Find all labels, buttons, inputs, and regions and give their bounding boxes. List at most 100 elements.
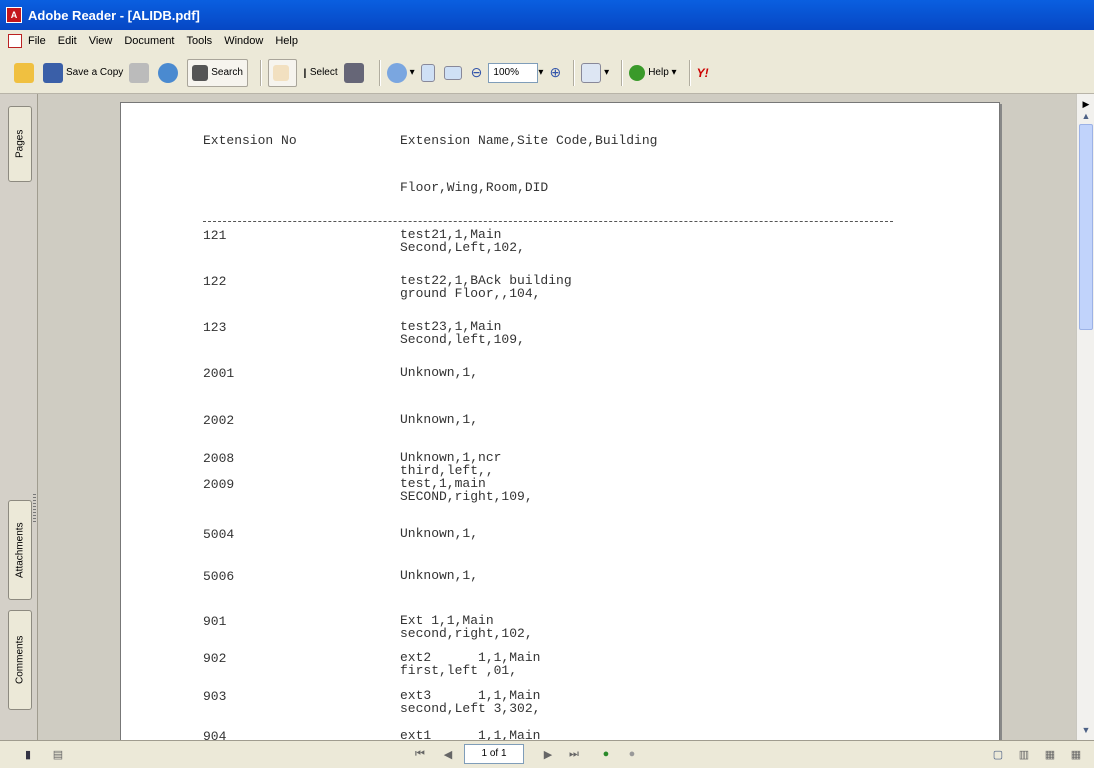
print-button[interactable]	[129, 59, 152, 87]
menu-file[interactable]: File	[28, 35, 46, 47]
help-button[interactable]: Help ▾	[629, 59, 677, 87]
search-label: Search	[211, 67, 243, 78]
extension-line2: Second,Left,102,	[400, 240, 525, 255]
menu-bar: File Edit View Document Tools Window Hel…	[0, 30, 1094, 52]
save-copy-label: Save a Copy	[66, 67, 124, 78]
camera-icon	[343, 62, 364, 83]
extension-line2: Second,left,109,	[400, 332, 525, 347]
extension-number: 123	[203, 320, 227, 335]
extension-line2: second,right,102,	[400, 626, 533, 641]
snapshot-button[interactable]	[343, 59, 367, 87]
menu-help[interactable]: Help	[275, 35, 298, 47]
extension-number: 901	[203, 614, 227, 629]
first-page-icon[interactable]: ⏮	[412, 746, 428, 762]
open-folder-icon	[14, 62, 34, 83]
extension-line1: ext1 1,1,Main	[400, 728, 541, 740]
extension-number: 902	[203, 651, 227, 666]
toolbar-separator	[259, 59, 262, 86]
pages-tab[interactable]: Pages	[8, 106, 32, 182]
select-label: Select	[309, 67, 338, 78]
rotate-page-icon	[581, 62, 602, 83]
adobe-reader-icon: A	[6, 7, 22, 23]
menu-window[interactable]: Window	[224, 35, 263, 47]
document-properties-icon[interactable]: ▮	[20, 746, 36, 762]
toolbar-separator	[378, 59, 381, 86]
dropdown-arrow-icon: ▾	[409, 67, 415, 78]
document-viewer[interactable]: Extension No Extension Name,Site Code,Bu…	[38, 94, 1076, 740]
yahoo-button[interactable]: Y!	[697, 59, 709, 87]
zoom-level-field[interactable]: 100%	[488, 62, 539, 83]
menu-view[interactable]: View	[89, 35, 113, 47]
scroll-down-icon[interactable]: ▼	[1077, 722, 1094, 738]
header-extension-details-line2: Floor,Wing,Room,DID	[400, 180, 549, 195]
pane-resize-grip[interactable]	[33, 494, 36, 524]
extension-number: 904	[203, 729, 227, 740]
email-button[interactable]	[158, 59, 181, 87]
save-copy-button[interactable]: Save a Copy	[43, 59, 123, 87]
header-extension-no: Extension No	[203, 133, 297, 148]
extension-number: 2002	[203, 413, 235, 428]
page-thumbnail-icon[interactable]: ▤	[50, 746, 66, 762]
fit-width-icon	[443, 65, 462, 80]
extension-number: 5004	[203, 527, 235, 542]
facing-layout-icon[interactable]: ▦	[1042, 746, 1058, 762]
yahoo-icon: Y!	[696, 65, 709, 80]
continuous-layout-icon[interactable]: ▥	[1016, 746, 1032, 762]
extension-number: 903	[203, 689, 227, 704]
attachments-tab[interactable]: Attachments	[8, 500, 32, 600]
menu-edit[interactable]: Edit	[58, 35, 77, 47]
select-tool-button[interactable]: I Select	[303, 59, 338, 87]
extension-line2: ground Floor,,104,	[400, 286, 541, 301]
menu-tools[interactable]: Tools	[187, 35, 213, 47]
window-titlebar: A Adobe Reader - [ALIDB.pdf]	[0, 0, 1094, 30]
zoom-dropdown-button[interactable]: ▾	[538, 59, 543, 87]
comments-tab[interactable]: Comments	[8, 610, 32, 710]
pdf-page: Extension No Extension Name,Site Code,Bu…	[120, 102, 1000, 740]
zoom-out-button[interactable]: ⊖	[471, 59, 483, 87]
last-page-icon[interactable]: ⏭	[566, 746, 582, 762]
dropdown-arrow-icon: ▾	[538, 67, 544, 78]
rotate-button[interactable]: ▾	[581, 59, 609, 87]
fit-page-button[interactable]	[420, 59, 438, 87]
page-number-field[interactable]: 1 of 1	[464, 744, 524, 764]
dropdown-arrow-icon: ▾	[668, 67, 677, 78]
go-back-icon[interactable]: ●	[598, 746, 614, 762]
extension-number: 5006	[203, 569, 235, 584]
extension-line1: Unknown,1,	[400, 365, 479, 380]
navigation-pane: Pages Attachments Comments	[0, 94, 38, 740]
scroll-up-icon[interactable]: ▲	[1077, 108, 1094, 124]
hand-icon	[272, 64, 289, 81]
save-icon	[43, 62, 63, 83]
zoom-out-icon: ⊖	[470, 64, 483, 80]
menu-document[interactable]: Document	[124, 35, 174, 47]
open-button[interactable]	[14, 59, 37, 87]
extension-line2: second,Left 3,302,	[400, 701, 541, 716]
zoom-in-tool-button[interactable]: ▾	[386, 59, 415, 87]
extension-number: 2008	[203, 451, 235, 466]
help-label: Help	[648, 67, 669, 78]
next-page-icon[interactable]: ▶	[540, 746, 556, 762]
pdf-document-icon[interactable]	[8, 34, 22, 48]
attachments-tab-label: Attachments	[14, 522, 26, 578]
search-button[interactable]: Search	[187, 58, 248, 87]
extension-line2: SECOND,right,109,	[400, 489, 533, 504]
zoom-in-icon: ⊕	[549, 64, 562, 80]
text-cursor-icon: I	[302, 64, 307, 81]
email-icon	[158, 62, 179, 83]
scroll-thumb[interactable]	[1079, 124, 1093, 330]
binoculars-icon	[192, 64, 209, 81]
vertical-scrollbar[interactable]: ▶ ▲ ▼	[1076, 94, 1094, 740]
extension-number: 2009	[203, 477, 235, 492]
go-forward-icon[interactable]: ●	[624, 746, 640, 762]
continuous-facing-layout-icon[interactable]: ▦	[1068, 746, 1084, 762]
previous-page-icon[interactable]: ◀	[440, 746, 456, 762]
zoom-in-button[interactable]: ⊕	[549, 59, 561, 87]
hand-tool-button[interactable]	[267, 58, 297, 87]
fit-width-button[interactable]	[443, 59, 465, 87]
magnifier-icon	[386, 62, 407, 83]
window-title: Adobe Reader - [ALIDB.pdf]	[28, 7, 200, 23]
extension-number: 121	[203, 228, 227, 243]
toolbar-separator	[573, 59, 576, 86]
extension-number: 2001	[203, 366, 235, 381]
single-page-layout-icon[interactable]: ▢	[990, 746, 1006, 762]
